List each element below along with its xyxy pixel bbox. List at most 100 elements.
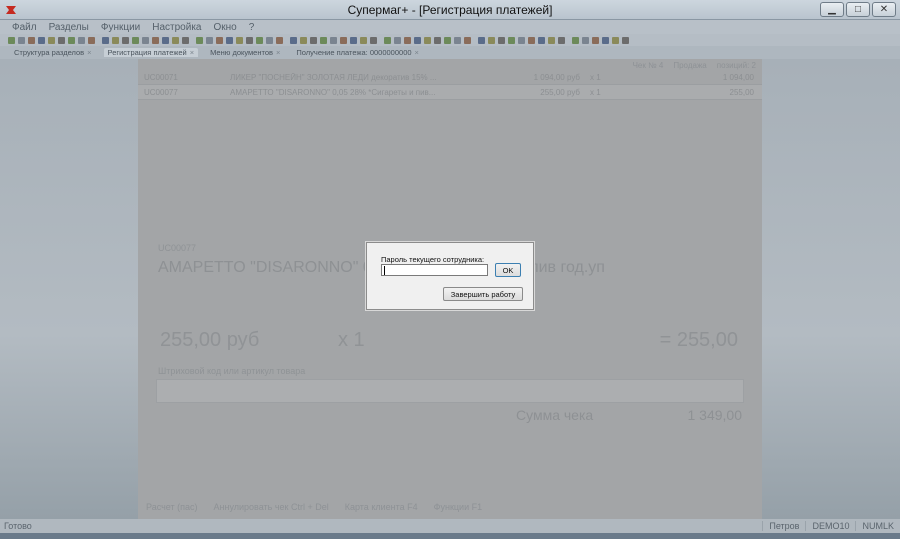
toolbar-tool-icon[interactable] [508, 36, 515, 44]
receipt-sum-value: 1 349,00 [687, 407, 743, 423]
toolbar-tool-icon[interactable] [424, 36, 431, 44]
menu-file[interactable]: Файл [12, 22, 37, 33]
toolbar-tool-icon[interactable] [478, 36, 485, 44]
tab-payment-receipt[interactable]: Получение платежа: 0000000000 × [292, 48, 423, 57]
password-input[interactable] [381, 264, 488, 276]
toolbar-tool-icon[interactable] [216, 36, 223, 44]
toolbar-tool-icon[interactable] [454, 36, 461, 44]
tab-documents-menu[interactable]: Меню документов × [206, 48, 284, 57]
status-user: Петров [762, 521, 799, 531]
status-indicators: Петров DEMO10 NUMLK [762, 521, 900, 531]
toolbar-tool-icon[interactable] [102, 36, 109, 44]
toolbar-tool-icon[interactable] [602, 36, 609, 44]
table-row[interactable]: UC00071 ЛИКЕР "ПОСНЕЙН" ЗОЛОТАЯ ЛЕДИ дек… [138, 70, 762, 85]
toolbar-tool-icon[interactable] [172, 36, 179, 44]
toolbar-tool-icon[interactable] [310, 36, 317, 44]
toolbar-tool-icon[interactable] [142, 36, 149, 44]
toolbar-tool-icon[interactable] [8, 36, 15, 44]
close-tab-icon[interactable]: × [415, 48, 419, 57]
tab-payment-registration[interactable]: Регистрация платежей × [103, 48, 199, 57]
toolbar-tool-icon[interactable] [370, 36, 377, 44]
close-tab-icon[interactable]: × [190, 48, 194, 57]
menu-help[interactable]: ? [249, 22, 255, 33]
toolbar-tool-icon[interactable] [58, 36, 65, 44]
current-item-qty: x 1 [338, 329, 365, 351]
toolbar-tool-icon[interactable] [78, 36, 85, 44]
toolbar-tool-icon[interactable] [538, 36, 545, 44]
toolbar-tool-icon[interactable] [518, 36, 525, 44]
toolbar-tool-icon[interactable] [162, 36, 169, 44]
toolbar-tool-icon[interactable] [38, 36, 45, 44]
toolbar-tool-icon[interactable] [152, 36, 159, 44]
toolbar-tool-icon[interactable] [548, 36, 555, 44]
toolbar-tool-icon[interactable] [572, 36, 579, 44]
end-work-button[interactable]: Завершить работу [443, 287, 523, 301]
row-code: UC00071 [144, 72, 178, 82]
toolbar-tool-icon[interactable] [290, 36, 297, 44]
toolbar-tool-icon[interactable] [592, 36, 599, 44]
maximize-button[interactable]: □ [846, 2, 870, 17]
toolbar-tool-icon[interactable] [622, 36, 629, 44]
toolbar-tool-icon[interactable] [384, 36, 391, 44]
toolbar-tool-icon[interactable] [528, 36, 535, 44]
toolbar-tool-icon[interactable] [404, 36, 411, 44]
toolbar-tool-icon[interactable] [498, 36, 505, 44]
toolbar-tool-icon[interactable] [266, 36, 273, 44]
close-tab-icon[interactable]: × [87, 48, 91, 57]
toolbar-tool-icon[interactable] [464, 36, 471, 44]
toolbar-tool-icon[interactable] [340, 36, 347, 44]
toolbar-tool-icon[interactable] [132, 36, 139, 44]
toolbar-tool-icon[interactable] [28, 36, 35, 44]
toolbar-tool-icon[interactable] [206, 36, 213, 44]
toolbar-tool-icon[interactable] [330, 36, 337, 44]
toolbar-tool-icon[interactable] [196, 36, 203, 44]
table-row[interactable]: UC00077 АМАРЕТТО "DISARONNO" 0,05 28% *С… [138, 85, 762, 100]
minimize-button[interactable]: ▁ [820, 2, 844, 17]
toolbar-tool-icon[interactable] [256, 36, 263, 44]
toolbar-tool-icon[interactable] [246, 36, 253, 44]
close-tab-icon[interactable]: × [276, 48, 280, 57]
status-db: DEMO10 [805, 521, 849, 531]
toolbar-tool-icon[interactable] [48, 36, 55, 44]
ok-button[interactable]: OK [495, 263, 521, 277]
toolbar-tool-icon[interactable] [276, 36, 283, 44]
toolbar-tool-icon[interactable] [558, 36, 565, 44]
toolbar-tool-icon[interactable] [612, 36, 619, 44]
barcode-input[interactable] [156, 379, 744, 403]
toolbar-tool-icon[interactable] [320, 36, 327, 44]
menu-window[interactable]: Окно [213, 22, 236, 33]
toolbar-tool-icon[interactable] [582, 36, 589, 44]
toolbar-tool-icon[interactable] [394, 36, 401, 44]
toolbar-tool-icon[interactable] [414, 36, 421, 44]
payment-action[interactable]: Расчет (пас) [146, 502, 198, 512]
row-price: 1 094,00 руб [533, 72, 580, 82]
taskbar [0, 533, 900, 539]
toolbar-tool-icon[interactable] [360, 36, 367, 44]
status-numlock: NUMLK [855, 521, 894, 531]
toolbar-tool-icon[interactable] [236, 36, 243, 44]
toolbar-tool-icon[interactable] [350, 36, 357, 44]
toolbar-tool-icon[interactable] [88, 36, 95, 44]
tab-structure[interactable]: Структура разделов × [10, 48, 96, 57]
toolbar-tool-icon[interactable] [488, 36, 495, 44]
close-button[interactable]: ✕ [872, 2, 896, 17]
toolbar-tool-icon[interactable] [68, 36, 75, 44]
status-bar: Готово Петров DEMO10 NUMLK [0, 519, 900, 533]
cancel-receipt-action[interactable]: Аннулировать чек Ctrl + Del [214, 502, 329, 512]
functions-action[interactable]: Функции F1 [434, 502, 482, 512]
toolbar-tool-icon[interactable] [434, 36, 441, 44]
toolbar-tool-icon[interactable] [122, 36, 129, 44]
toolbar-tool-icon[interactable] [444, 36, 451, 44]
toolbar-tool-icon[interactable] [182, 36, 189, 44]
toolbar-tool-icon[interactable] [18, 36, 25, 44]
menu-sections[interactable]: Разделы [49, 22, 89, 33]
menu-settings[interactable]: Настройка [152, 22, 201, 33]
client-card-action[interactable]: Карта клиента F4 [345, 502, 418, 512]
tab-label: Структура разделов [14, 48, 85, 57]
menu-functions[interactable]: Функции [101, 22, 140, 33]
window-controls: ▁ □ ✕ [820, 2, 896, 17]
row-name: ЛИКЕР "ПОСНЕЙН" ЗОЛОТАЯ ЛЕДИ декоратив 1… [230, 72, 437, 82]
toolbar-tool-icon[interactable] [300, 36, 307, 44]
toolbar-tool-icon[interactable] [112, 36, 119, 44]
toolbar-tool-icon[interactable] [226, 36, 233, 44]
